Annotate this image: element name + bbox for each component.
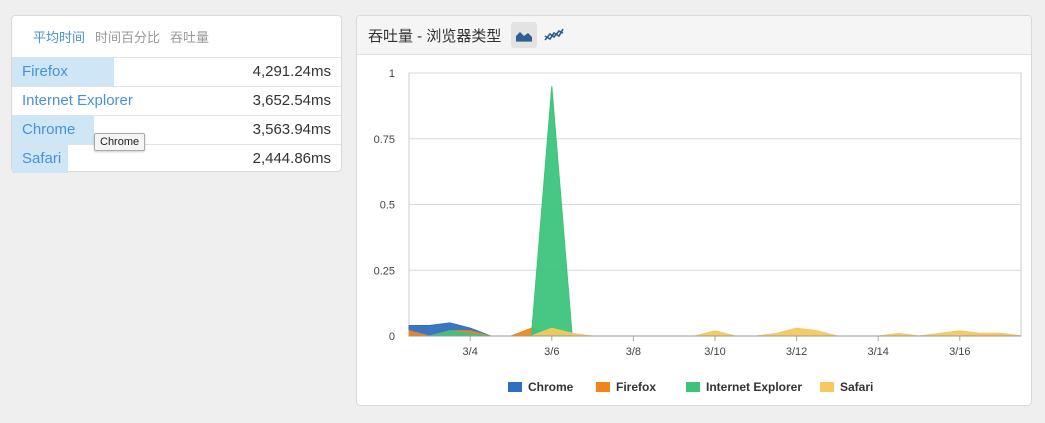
list-item[interactable]: Firefox 4,291.24ms — [12, 58, 341, 87]
browser-name-link[interactable]: Chrome — [22, 116, 75, 144]
x-tick-label: 3/16 — [949, 346, 970, 358]
area-chart: 0 0.25 0.5 0.75 1 3/4 3/6 3/8 3/10 3/12 3/14 3/16 Ch… — [374, 68, 1022, 394]
list-item[interactable]: Internet Explorer 3,652.54ms — [12, 87, 341, 116]
browser-value: 3,563.94ms — [252, 121, 331, 138]
panel-title: 吞吐量 - 浏览器类型 — [368, 27, 502, 45]
legend-swatch — [686, 382, 700, 392]
y-tick-label: 1 — [389, 68, 395, 80]
throughput-chart-panel: 吞吐量 - 浏览器类型 0 0.25 0.5 0.75 1 3/4 3/6 3/8 3/10 3/… — [356, 15, 1032, 406]
area-chart-button[interactable] — [511, 22, 538, 48]
legend-swatch — [508, 382, 522, 392]
y-tick-label: 0 — [389, 331, 395, 343]
browser-value: 4,291.24ms — [252, 63, 331, 80]
legend-swatch — [820, 382, 834, 392]
metric-tabs: 平均时间 时间百分比 吞吐量 — [12, 16, 341, 58]
y-tick-label: 0.75 — [374, 134, 395, 146]
tab-throughput[interactable]: 吞吐量 — [170, 27, 209, 46]
tab-average-time[interactable]: 平均时间 — [33, 27, 85, 46]
tab-time-percentage[interactable]: 时间百分比 — [95, 27, 160, 46]
x-tick-label: 3/4 — [463, 346, 478, 358]
x-tick-label: 3/10 — [704, 346, 725, 358]
browser-list: Firefox 4,291.24ms Internet Explorer 3,6… — [12, 58, 341, 173]
legend-swatch — [596, 382, 610, 392]
x-tick-label: 3/12 — [786, 346, 807, 358]
list-item[interactable]: Chrome 3,563.94ms — [12, 116, 341, 145]
legend-label: Safari — [840, 380, 873, 394]
browser-name-link[interactable]: Firefox — [22, 58, 68, 86]
browser-stats-panel: 平均时间 时间百分比 吞吐量 Firefox 4,291.24ms Intern… — [11, 15, 342, 173]
browser-name-link[interactable]: Internet Explorer — [22, 87, 133, 115]
throughput-chart: 0 0.25 0.5 0.75 1 3/4 3/6 3/8 3/10 3/12 3/14 3/16 Ch… — [357, 55, 1031, 405]
legend-label: Chrome — [528, 380, 574, 394]
x-tick-label: 3/6 — [544, 346, 559, 358]
hover-tooltip: Chrome — [94, 133, 146, 151]
x-tick-label: 3/14 — [867, 346, 888, 358]
browser-value: 3,652.54ms — [252, 92, 331, 109]
y-tick-label: 0.5 — [380, 200, 395, 212]
x-tick-label: 3/8 — [626, 346, 641, 358]
line-chart-icon — [544, 28, 565, 41]
y-tick-label: 0.25 — [374, 265, 395, 277]
browser-name-link[interactable]: Safari — [22, 145, 61, 173]
line-chart-button[interactable] — [541, 22, 567, 48]
panel-header: 吞吐量 - 浏览器类型 — [357, 16, 1031, 55]
list-item[interactable]: Safari 2,444.86ms — [12, 145, 341, 173]
browser-value: 2,444.86ms — [252, 150, 331, 167]
legend-label: Firefox — [616, 380, 656, 394]
area-chart-icon — [516, 32, 533, 42]
legend-label: Internet Explorer — [706, 380, 802, 394]
